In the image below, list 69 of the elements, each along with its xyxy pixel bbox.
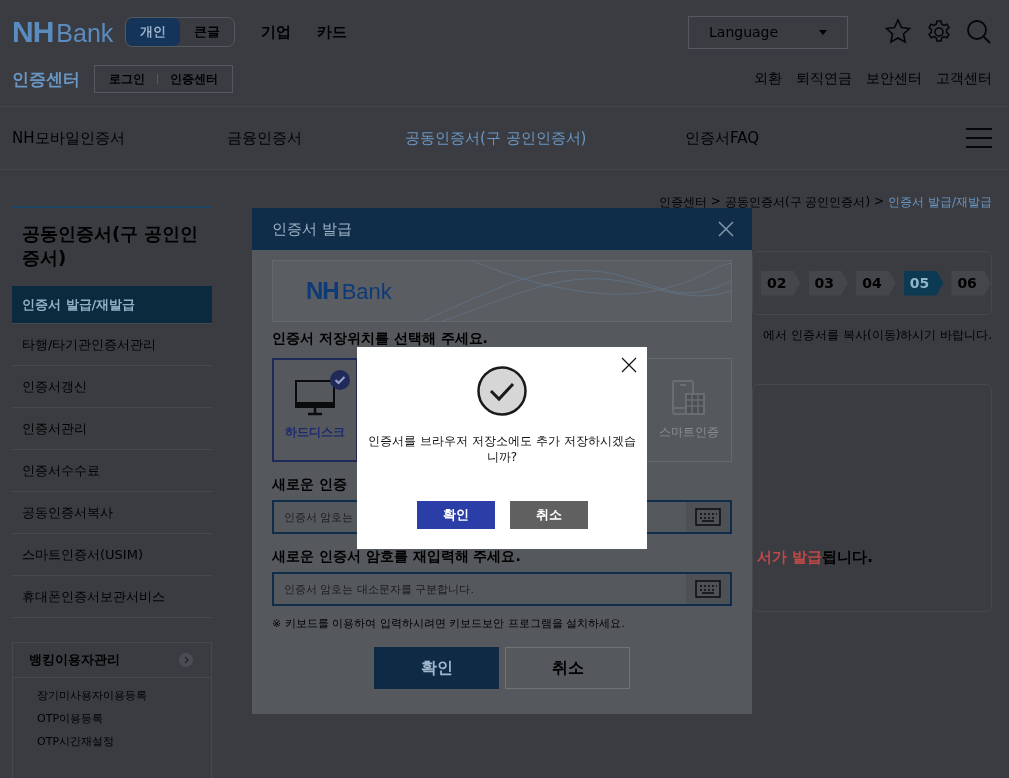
breadcrumb-separator: > [874,194,885,210]
chevron-icon[interactable] [179,653,193,667]
dialog-title: 인증서 발급 [272,219,352,239]
note-text: ※ 키보드를 이용하여 입력하시려면 키보드보안 프로그램을 설치하세요. [272,616,626,631]
menu-link[interactable]: 카드 [317,22,348,42]
keyboard-icon [695,580,721,598]
nav-tab[interactable]: NH모바일인증서 [12,128,227,148]
view-tab[interactable]: 큰글 [180,18,235,46]
alert-message: 인증서를 브라우저 저장소에도 추가 저장하시겠습니까? [367,433,637,465]
field-label: 새로운 인증 [272,476,348,494]
language-select[interactable]: Language [688,15,848,49]
sidebar-item[interactable]: 공동인증서복사 [12,492,212,534]
view-tab[interactable]: 개인 [126,18,181,46]
check-circle-icon [477,366,527,416]
panel-link[interactable]: OTP이용등록 [37,711,103,726]
cancel-button[interactable]: 취소 [505,647,630,689]
panel-link[interactable]: OTP시간재설정 [37,734,114,749]
nav-tab[interactable]: 금융인증서 [227,128,405,148]
center-link[interactable]: 로그인 [109,70,145,88]
utility-link[interactable]: 퇴직연금 [796,70,852,88]
panel-link[interactable]: 장기미사용자이용등록 [37,688,147,703]
sidebar-item[interactable]: 휴대폰인증서보관서비스 [12,576,212,618]
star-icon[interactable] [884,18,912,46]
section-title: 인증센터 [12,67,80,91]
field-label: 인증서 저장위치를 선택해 주세요. [272,330,489,348]
step-chip: 04 [856,270,896,296]
step-chip: 05 [903,270,944,296]
sidebar-item[interactable]: 스마트인증서(USIM) [12,534,212,576]
check-badge-icon [330,370,350,390]
breadcrumb-link[interactable]: 공동인증서(구 공인인증서) [724,194,871,211]
phone-icon [671,379,707,416]
breadcrumb-link[interactable]: 인증센터 [658,194,707,211]
close-icon[interactable] [621,357,637,373]
monitor-icon [295,379,335,416]
nav-tab[interactable]: 인증서FAQ [685,128,760,148]
bank-logo[interactable]: NHBank [12,15,114,49]
utility-link[interactable]: 고객센터 [936,70,992,88]
caret-icon [819,29,827,35]
breadcrumb-separator: > [710,194,721,210]
keyboard-icon [695,508,721,526]
utility-link[interactable]: 외환 [754,70,782,88]
nav-tab[interactable]: 공동인증서(구 공인인증서) [405,128,685,148]
utility-link[interactable]: 보안센터 [866,70,922,88]
panel-title[interactable]: 뱅킹이용자관리 [29,651,120,669]
notice-text: 에서 인증서를 복사(이동)하시기 바랍니다. [763,327,992,344]
sidebar-item[interactable]: 인증서 발급/재발급 [12,286,212,324]
search-icon[interactable] [966,19,992,45]
confirm-button[interactable]: 확인 [416,501,495,529]
step-chip: 06 [951,270,991,296]
sidebar-title: 공동인증서(구 공인인증서) [21,222,200,270]
center-link[interactable]: 인증센터 [170,70,218,88]
menu-icon[interactable] [966,127,992,149]
step-chip: 02 [761,270,801,296]
sidebar-item[interactable]: 타행/타기관인증서관리 [12,324,212,366]
cancel-button[interactable]: 취소 [509,501,588,529]
settings-icon[interactable] [926,19,952,45]
step-chip: 03 [808,270,849,296]
sidebar-item[interactable]: 인증서수수료 [12,450,212,492]
field-label: 새로운 인증서 암호를 재입력해 주세요. [272,548,522,566]
keyboard-button[interactable] [686,574,730,604]
breadcrumb-link[interactable]: 인증서 발급/재발급 [888,194,992,211]
sidebar-item[interactable]: 인증서관리 [12,408,212,450]
sidebar-item[interactable]: 인증서갱신 [12,366,212,408]
confirm-button[interactable]: 확인 [374,647,499,689]
bank-logo: NH Bank [306,277,392,305]
result-text: 서가 발급됩니다. [757,548,873,567]
keyboard-button[interactable] [686,502,730,532]
storage-option[interactable]: 하드디스크 [272,358,358,462]
menu-link[interactable]: 기업 [261,22,292,42]
